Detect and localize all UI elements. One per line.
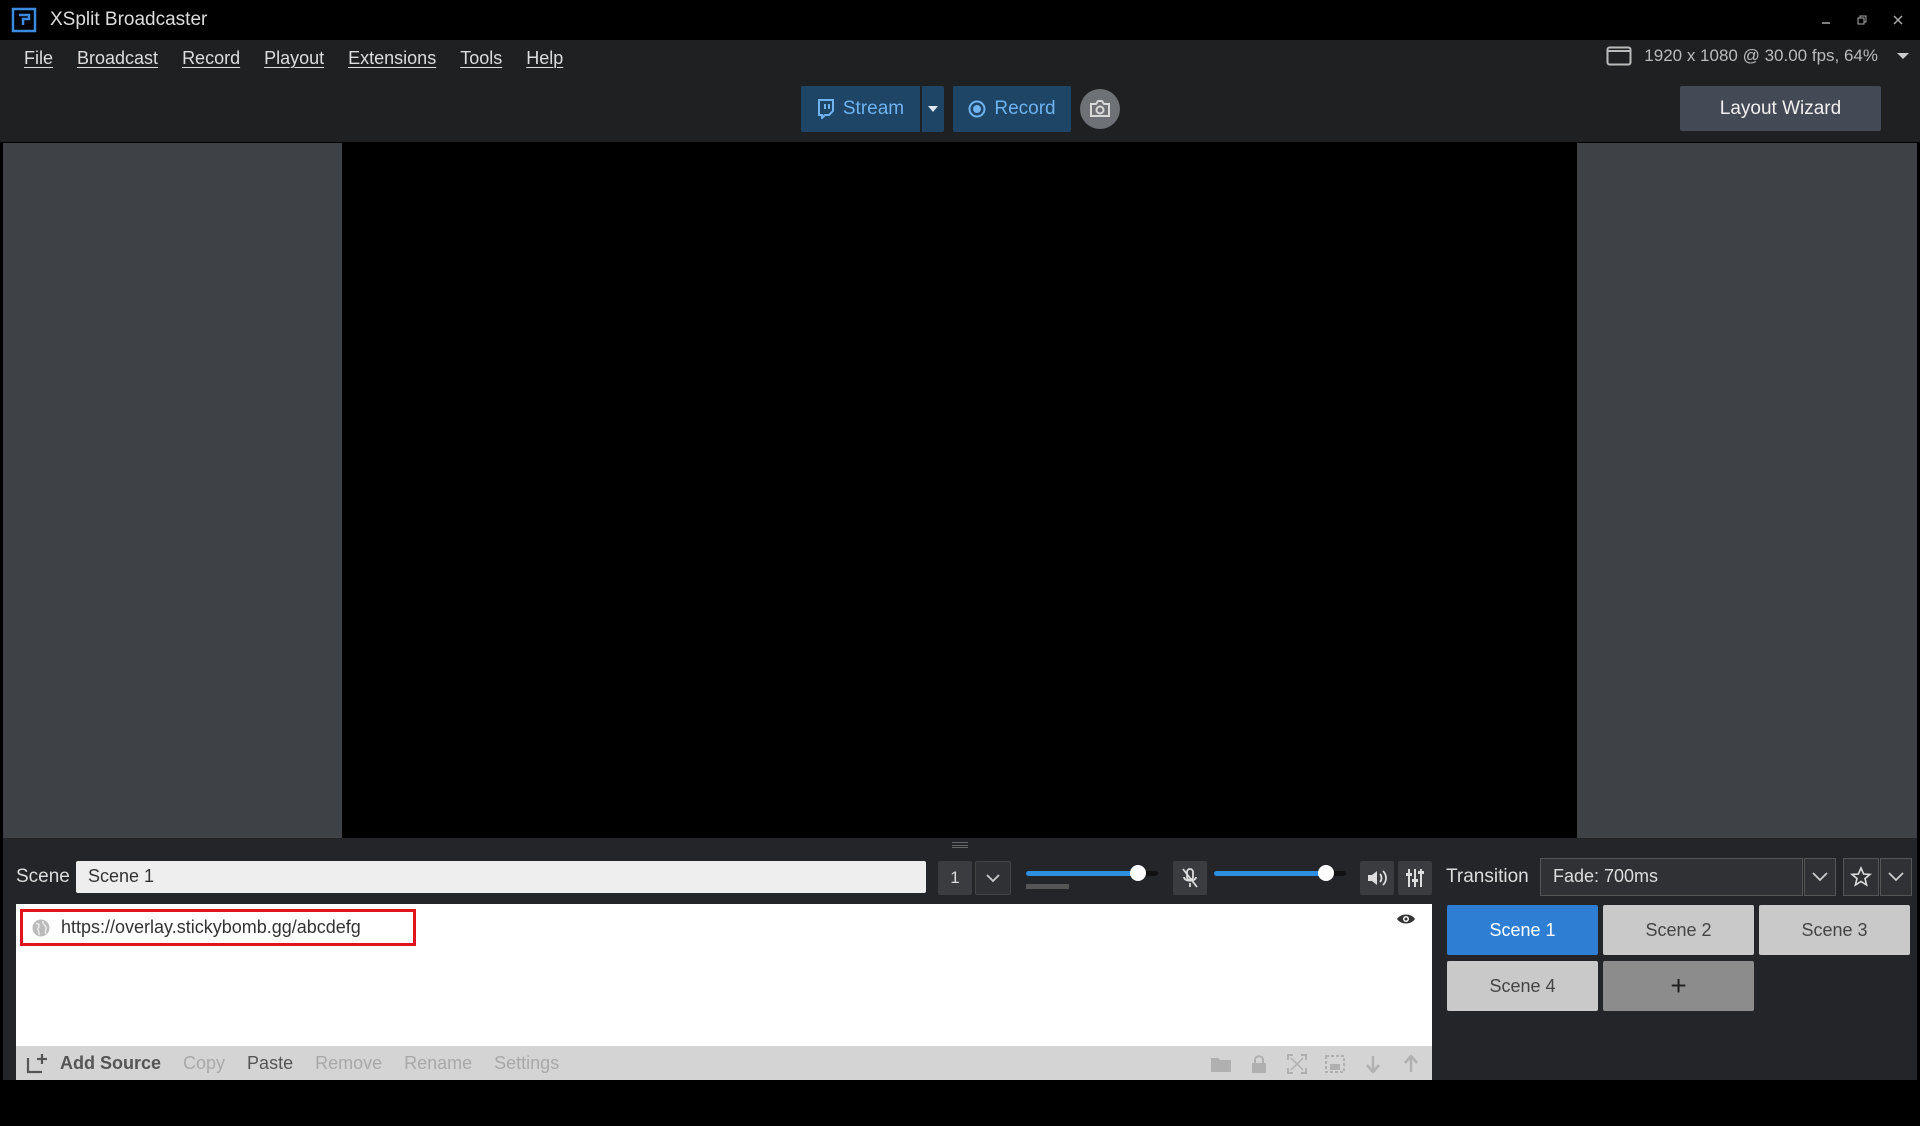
sources-list[interactable]: https://overlay.stickybomb.gg/abcdefg <box>16 904 1432 1046</box>
resolution-dropdown-icon[interactable] <box>1896 48 1910 64</box>
grip-icon <box>952 842 968 848</box>
menu-broadcast[interactable]: Broadcast <box>77 48 158 69</box>
lock-icon[interactable] <box>1248 1053 1270 1075</box>
layout-wizard-button[interactable]: Layout Wizard <box>1680 86 1881 131</box>
main-toolbar: Stream Record Layout Wizard <box>0 76 1920 142</box>
mic-mute-button[interactable] <box>1173 861 1207 895</box>
source-label: https://overlay.stickybomb.gg/abcdefg <box>61 917 361 937</box>
preview-area <box>3 143 1917 838</box>
close-button[interactable] <box>1886 8 1910 32</box>
stream-dropdown-button[interactable] <box>922 86 944 132</box>
add-source-icon <box>26 1054 47 1074</box>
menu-playout[interactable]: Playout <box>264 48 324 69</box>
rename-button[interactable]: Rename <box>404 1053 472 1074</box>
camera-icon <box>1090 100 1110 117</box>
folder-icon[interactable] <box>1210 1053 1232 1075</box>
chevron-down-icon <box>1812 872 1828 882</box>
minimize-button[interactable] <box>1814 8 1838 32</box>
menu-extensions[interactable]: Extensions <box>348 48 436 69</box>
resolution-label: 1920 x 1080 @ 30.00 fps, 64% <box>1644 46 1878 65</box>
screenshot-button[interactable] <box>1080 89 1120 129</box>
copy-button[interactable]: Copy <box>183 1053 225 1074</box>
arrow-down-icon[interactable] <box>1362 1053 1384 1075</box>
globe-icon <box>32 919 50 936</box>
microphone-muted-icon <box>1182 868 1198 888</box>
scene-number[interactable]: 1 <box>938 861 972 895</box>
mixer-icon <box>1406 869 1424 887</box>
twitch-icon <box>817 99 834 119</box>
scene-label: Scene <box>16 866 70 887</box>
xsplit-logo-icon <box>10 6 38 34</box>
transition-dropdown-button[interactable] <box>1804 858 1836 896</box>
scene-button-1[interactable]: Scene 1 <box>1447 905 1598 955</box>
eye-icon[interactable] <box>1396 912 1416 931</box>
restore-button[interactable] <box>1850 8 1874 32</box>
stream-button[interactable]: Stream <box>801 86 920 132</box>
menu-record[interactable]: Record <box>182 48 240 69</box>
mic-volume-knob[interactable] <box>1130 865 1147 881</box>
fit-screen-icon[interactable] <box>1286 1053 1308 1075</box>
menu-file[interactable]: File <box>24 48 53 69</box>
menu-tools[interactable]: Tools <box>460 48 502 69</box>
stream-label: Stream <box>842 98 905 119</box>
record-button[interactable]: Record <box>953 86 1071 132</box>
speaker-volume-slider[interactable] <box>1214 871 1327 876</box>
scene-button-2[interactable]: Scene 2 <box>1603 905 1754 955</box>
add-scene-button[interactable]: + <box>1603 961 1754 1011</box>
source-item[interactable]: https://overlay.stickybomb.gg/abcdefg <box>20 909 416 946</box>
scene-name-input[interactable]: Scene 1 <box>76 861 926 893</box>
bottom-panel: Scene Scene 1 1 https://overlay.stickybo… <box>3 852 1917 1080</box>
paste-button[interactable]: Paste <box>247 1053 293 1074</box>
remove-button[interactable]: Remove <box>315 1053 382 1074</box>
title-bar: XSplit Broadcaster <box>0 0 1920 40</box>
chevron-down-icon <box>1888 872 1904 882</box>
star-icon <box>1850 866 1872 887</box>
speaker-volume-knob[interactable] <box>1318 865 1335 881</box>
arrow-up-icon[interactable] <box>1400 1053 1422 1075</box>
scene-button-3[interactable]: Scene 3 <box>1759 905 1910 955</box>
scene-dropdown-button[interactable] <box>975 861 1011 895</box>
audio-mixer-button[interactable] <box>1398 861 1432 895</box>
record-icon <box>968 100 986 118</box>
mic-volume-slider[interactable] <box>1026 871 1139 876</box>
add-source-label: Add Source <box>60 1052 162 1073</box>
monitor-icon <box>1606 46 1632 66</box>
panel-splitter[interactable] <box>3 838 1917 852</box>
menu-help[interactable]: Help <box>526 48 563 69</box>
stage-preview[interactable] <box>342 143 1577 838</box>
source-toolbar: Add Source Copy Paste Remove Rename Sett… <box>16 1046 1432 1080</box>
speaker-mute-button[interactable] <box>1360 861 1394 895</box>
speaker-icon <box>1368 870 1387 886</box>
favorite-dropdown-button[interactable] <box>1880 858 1912 896</box>
transition-select[interactable]: Fade: 700ms <box>1540 858 1803 896</box>
add-source-button[interactable]: Add Source <box>26 1052 161 1074</box>
record-label: Record <box>994 98 1056 119</box>
chevron-down-icon <box>928 106 938 112</box>
settings-button[interactable]: Settings <box>494 1053 559 1074</box>
resolution-selector[interactable]: 1920 x 1080 @ 30.00 fps, 64% <box>1606 46 1878 66</box>
scene-button-4[interactable]: Scene 4 <box>1447 961 1598 1011</box>
crop-icon[interactable] <box>1324 1053 1346 1075</box>
mic-level-meter <box>1026 884 1069 889</box>
app-title: XSplit Broadcaster <box>50 9 208 30</box>
menu-bar: File Broadcast Record Playout Extensions… <box>0 40 1920 76</box>
transition-label: Transition <box>1446 866 1529 887</box>
chevron-down-icon <box>986 873 1000 882</box>
favorite-transition-button[interactable] <box>1843 858 1879 896</box>
